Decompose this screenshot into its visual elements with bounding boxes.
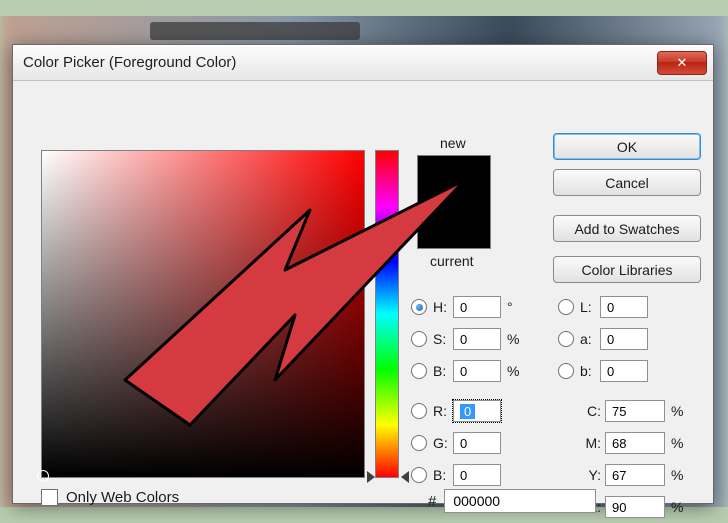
l-row: L: 0 <box>558 295 648 319</box>
b-lab-input[interactable]: 0 <box>600 360 648 382</box>
blue-label: B: <box>433 467 453 483</box>
color-libraries-button[interactable]: Color Libraries <box>553 256 701 283</box>
b-lab-row: b: 0 <box>558 359 648 383</box>
color-marker <box>37 470 49 482</box>
y-label: Y: <box>577 467 601 483</box>
m-input[interactable]: 68 <box>605 432 665 454</box>
b-lab-label: b: <box>580 363 600 379</box>
saturation-label: S: <box>433 331 453 347</box>
k-unit: % <box>671 499 683 515</box>
c-unit: % <box>671 403 683 419</box>
saturation-row: S: 0 % <box>411 327 519 351</box>
dialog-title: Color Picker (Foreground Color) <box>23 54 236 71</box>
close-icon: ✕ <box>677 55 688 71</box>
hex-row: # 000000 <box>428 489 596 513</box>
y-row: Y: 67 % <box>577 463 683 487</box>
hex-input[interactable]: 000000 <box>444 489 596 513</box>
blue-row: B: 0 <box>411 463 501 487</box>
hue-unit: ° <box>507 299 513 315</box>
red-label: R: <box>433 403 453 419</box>
brightness-radio[interactable] <box>411 363 427 379</box>
green-row: G: 0 <box>411 431 501 455</box>
saturation-radio[interactable] <box>411 331 427 347</box>
dialog-content: new current OK Cancel Add to Swatches Co… <box>13 81 713 123</box>
titlebar: Color Picker (Foreground Color) ✕ <box>13 45 713 81</box>
green-radio[interactable] <box>411 435 427 451</box>
cancel-button[interactable]: Cancel <box>553 169 701 196</box>
a-label: a: <box>580 331 600 347</box>
only-web-colors-row: Only Web Colors <box>41 489 179 506</box>
a-input[interactable]: 0 <box>600 328 648 350</box>
red-input[interactable]: 0 <box>453 400 501 422</box>
saturation-unit: % <box>507 331 519 347</box>
close-button[interactable]: ✕ <box>657 51 707 75</box>
blue-radio[interactable] <box>411 467 427 483</box>
only-web-colors-label: Only Web Colors <box>66 489 179 506</box>
hue-radio[interactable] <box>411 299 427 315</box>
brightness-unit: % <box>507 363 519 379</box>
hue-input[interactable]: 0 <box>453 296 501 318</box>
red-radio[interactable] <box>411 403 427 419</box>
l-input[interactable]: 0 <box>600 296 648 318</box>
m-label: M: <box>577 435 601 451</box>
green-label: G: <box>433 435 453 451</box>
hue-label: H: <box>433 299 453 315</box>
new-color-label: new <box>440 135 466 151</box>
brightness-input[interactable]: 0 <box>453 360 501 382</box>
a-row: a: 0 <box>558 327 648 351</box>
c-label: C: <box>577 403 601 419</box>
c-input[interactable]: 75 <box>605 400 665 422</box>
saturation-brightness-field[interactable] <box>41 150 365 478</box>
hue-slider[interactable] <box>375 150 399 478</box>
brightness-row: B: 0 % <box>411 359 519 383</box>
color-preview-swatch[interactable] <box>417 155 491 249</box>
hue-indicator-right <box>401 471 409 483</box>
c-row: C: 75 % <box>577 399 683 423</box>
green-input[interactable]: 0 <box>453 432 501 454</box>
add-to-swatches-button[interactable]: Add to Swatches <box>553 215 701 242</box>
m-row: M: 68 % <box>577 431 683 455</box>
ok-button[interactable]: OK <box>553 133 701 160</box>
current-color-label: current <box>430 253 474 269</box>
a-radio[interactable] <box>558 331 574 347</box>
red-row: R: 0 <box>411 399 501 423</box>
m-unit: % <box>671 435 683 451</box>
brightness-label: B: <box>433 363 453 379</box>
y-unit: % <box>671 467 683 483</box>
l-radio[interactable] <box>558 299 574 315</box>
hex-hash: # <box>428 493 436 510</box>
k-input[interactable]: 90 <box>605 496 665 518</box>
hue-row: H: 0 ° <box>411 295 513 319</box>
b-lab-radio[interactable] <box>558 363 574 379</box>
saturation-input[interactable]: 0 <box>453 328 501 350</box>
l-label: L: <box>580 299 600 315</box>
y-input[interactable]: 67 <box>605 464 665 486</box>
blue-input[interactable]: 0 <box>453 464 501 486</box>
color-picker-dialog: Color Picker (Foreground Color) ✕ new cu… <box>12 44 714 504</box>
only-web-colors-checkbox[interactable] <box>41 489 58 506</box>
hue-indicator-left <box>367 471 375 483</box>
